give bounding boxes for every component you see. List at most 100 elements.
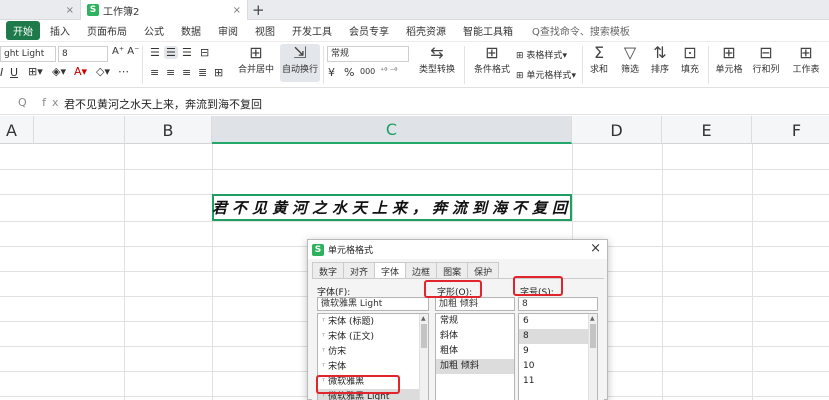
font-list-scrollbar[interactable]: ▲ xyxy=(419,314,428,400)
percent-button[interactable]: % xyxy=(344,66,354,79)
column-header-f[interactable]: F xyxy=(752,116,829,144)
font-size-field[interactable]: 8 xyxy=(518,297,598,311)
column-header-e[interactable]: E xyxy=(662,116,752,144)
menu-start[interactable]: 开始 xyxy=(6,21,40,40)
fx-icon[interactable]: Q fx xyxy=(18,96,65,109)
conditional-format-button[interactable]: ⊞ 条件格式 xyxy=(470,44,514,76)
cell-style-button[interactable]: ⊞ 单元格样式▾ xyxy=(516,68,576,81)
list-item[interactable]: 11 xyxy=(519,374,597,389)
cell-button[interactable]: ⊞ 单元格 xyxy=(712,43,746,76)
cell-icon: ⊞ xyxy=(722,43,736,62)
tab-border[interactable]: 边框 xyxy=(405,262,438,279)
size-list-scrollbar[interactable]: ▲ xyxy=(588,314,597,400)
close-icon[interactable]: × xyxy=(66,5,74,16)
column-header-d[interactable]: D xyxy=(572,116,662,144)
row-col-button[interactable]: ⊟ 行和列 xyxy=(748,44,784,76)
new-tab-button[interactable]: + xyxy=(252,1,265,19)
fill-button[interactable]: ⊡ 填充 xyxy=(676,44,704,76)
sum-button[interactable]: Σ 求和 xyxy=(586,44,612,76)
clear-format-icon[interactable]: ◇▾ xyxy=(96,65,110,78)
font-color-icon[interactable]: A▾ xyxy=(74,65,87,78)
underline-icon[interactable]: U xyxy=(10,66,18,79)
wps-sheet-logo-icon: S xyxy=(87,4,99,16)
list-item[interactable]: ᵀ 宋体 (正文) xyxy=(318,329,428,344)
align-middle-icon[interactable]: ☰ xyxy=(164,46,178,59)
worksheet-button[interactable]: ⊞ 工作表 xyxy=(786,43,826,76)
tab-protection[interactable]: 保护 xyxy=(467,262,500,279)
tab-previous[interactable]: × xyxy=(0,0,80,20)
border-icon[interactable]: ⊞▾ xyxy=(28,65,43,78)
list-item[interactable]: 斜体 xyxy=(436,329,514,344)
menu-developer[interactable]: 开发工具 xyxy=(292,23,332,38)
menu-insert[interactable]: 插入 xyxy=(50,23,70,38)
list-item[interactable]: 9 xyxy=(519,344,597,359)
align-left-icon[interactable]: ≡ xyxy=(150,66,159,79)
worksheet-icon: ⊞ xyxy=(799,43,813,62)
wrap-text-button[interactable]: ⇲ 自动换行 xyxy=(280,44,320,82)
font-style-field[interactable]: 加粗 倾斜 xyxy=(435,297,515,311)
list-item[interactable]: ᵀ 宋体 xyxy=(318,359,428,374)
tab-workbook2[interactable]: S 工作簿2 × xyxy=(80,0,248,20)
type-convert-button[interactable]: ⇆ 类型转换 xyxy=(414,44,460,76)
list-item[interactable]: 10 xyxy=(519,359,597,374)
formula-input[interactable]: 君不见黄河之水天上来，奔流到海不复回 xyxy=(64,96,262,112)
annotation-box-font-size xyxy=(513,276,563,296)
text-direction-icon[interactable]: ⊟ xyxy=(200,46,209,59)
align-center-icon[interactable]: ≡ xyxy=(166,66,175,79)
font-grow-icon[interactable]: A⁺ A⁻ xyxy=(112,46,139,57)
column-header-c[interactable]: C xyxy=(212,116,572,144)
menu-formulas[interactable]: 公式 xyxy=(144,23,164,38)
menu-view[interactable]: 视图 xyxy=(255,23,275,38)
currency-button[interactable]: ¥ xyxy=(328,66,335,79)
italic-icon[interactable]: I xyxy=(0,66,3,79)
scroll-up-icon[interactable]: ▲ xyxy=(590,315,595,322)
filter-button[interactable]: ▽ 筛选 xyxy=(616,44,644,76)
close-icon[interactable]: × xyxy=(590,241,601,256)
menu-review[interactable]: 审阅 xyxy=(218,23,238,38)
list-item[interactable]: 加粗 倾斜 xyxy=(436,359,514,374)
menu-smart-tools[interactable]: 智能工具箱 xyxy=(463,23,513,38)
menu-docer[interactable]: 稻壳资源 xyxy=(406,23,446,38)
truetype-font-icon: ᵀ xyxy=(322,347,326,356)
annotation-box-font-name xyxy=(316,375,400,394)
scroll-up-icon[interactable]: ▲ xyxy=(421,315,426,322)
font-style-list[interactable]: 常规 斜体 粗体 加粗 倾斜 xyxy=(435,313,515,400)
tab-font[interactable]: 字体 xyxy=(374,262,407,279)
tab-number[interactable]: 数字 xyxy=(312,262,345,279)
distributed-icon[interactable]: ≣ xyxy=(198,66,207,79)
list-item[interactable]: 常规 xyxy=(436,314,514,329)
menu-member[interactable]: 会员专享 xyxy=(349,23,389,38)
dialog-title-bar[interactable]: S 单元格格式 × xyxy=(308,240,607,259)
decimal-increase-icon[interactable]: ⁺⁰ ⁻⁰ xyxy=(380,66,397,75)
list-item[interactable]: 粗体 xyxy=(436,344,514,359)
font-name-field[interactable]: 微软雅黑 Light xyxy=(317,297,429,311)
close-icon[interactable]: × xyxy=(233,5,241,16)
column-header-b[interactable]: B xyxy=(124,116,212,144)
font-name-select[interactable]: ght Light xyxy=(0,46,56,62)
column-header-a[interactable]: A xyxy=(0,116,34,144)
menu-page-layout[interactable]: 页面布局 xyxy=(87,23,127,38)
number-format-select[interactable]: 常规 xyxy=(327,46,409,62)
tab-alignment[interactable]: 对齐 xyxy=(343,262,376,279)
menu-data[interactable]: 数据 xyxy=(181,23,201,38)
list-item[interactable]: ᵀ 宋体 (标题) xyxy=(318,314,428,329)
align-right-icon[interactable]: ≡ xyxy=(182,66,191,79)
list-item[interactable]: 8 xyxy=(519,329,597,344)
list-item[interactable]: ᵀ 仿宋 xyxy=(318,344,428,359)
tab-pattern[interactable]: 图案 xyxy=(436,262,469,279)
wrap-text-icon: ⇲ xyxy=(293,43,307,62)
font-size-list[interactable]: 6 8 9 10 11 ▲ xyxy=(518,313,598,400)
align-bottom-icon[interactable]: ☰ xyxy=(182,46,192,59)
list-item[interactable]: 6 xyxy=(519,314,597,329)
indent-icon[interactable]: ⊞ xyxy=(214,66,223,79)
font-size-select[interactable]: 8 xyxy=(58,46,108,62)
table-style-button[interactable]: ⊞ 表格样式▾ xyxy=(516,48,567,61)
search-command[interactable]: Q查找命令、搜索模板 xyxy=(532,23,630,38)
thousands-button[interactable]: 000 xyxy=(360,67,375,76)
align-top-icon[interactable]: ☰ xyxy=(150,46,160,59)
merge-center-button[interactable]: ⊞ 合并居中 xyxy=(236,44,276,76)
sort-button[interactable]: ⇅ 排序 xyxy=(646,44,674,76)
selected-cell-c[interactable]: 君不见黄河之水天上来，奔流到海不复回 xyxy=(212,194,572,221)
more-icon[interactable]: ⋯ xyxy=(118,65,129,78)
fill-color-icon[interactable]: ◈▾ xyxy=(52,65,66,78)
